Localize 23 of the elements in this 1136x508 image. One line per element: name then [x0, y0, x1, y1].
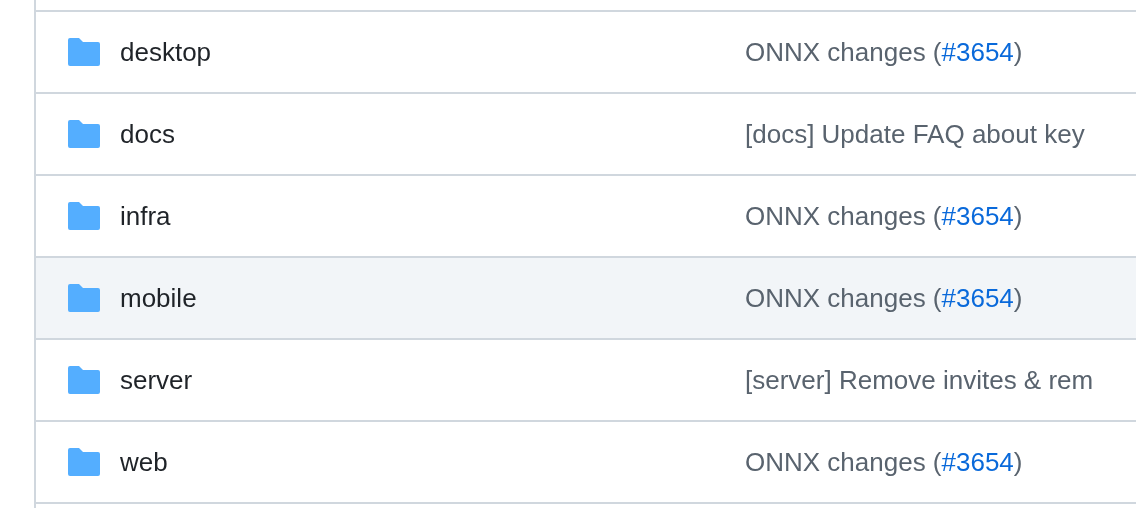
folder-icon	[68, 38, 100, 66]
commit-message: ONNX changes (#3654)	[745, 446, 1023, 478]
folder-icon	[68, 366, 100, 394]
file-name[interactable]: docs	[120, 118, 175, 150]
commit-message: ONNX changes (#3654)	[745, 282, 1023, 314]
file-name[interactable]: web	[120, 446, 168, 478]
file-name[interactable]: infra	[120, 200, 171, 232]
commit-link[interactable]: #3654	[941, 200, 1014, 231]
commit-message: [docs] Update FAQ about key	[745, 118, 1085, 150]
file-row[interactable]: mobile ONNX changes (#3654)	[36, 258, 1136, 340]
commit-message: ONNX changes (#3654)	[745, 36, 1023, 68]
file-name[interactable]: desktop	[120, 36, 212, 68]
folder-icon	[68, 202, 100, 230]
commit-link[interactable]: #3654	[941, 36, 1014, 67]
commit-link[interactable]: #3654	[941, 446, 1014, 477]
commit-message: [server] Remove invites & rem	[745, 364, 1094, 396]
folder-icon	[68, 120, 100, 148]
file-name[interactable]: server	[120, 364, 193, 396]
file-name[interactable]: mobile	[120, 282, 197, 314]
folder-icon	[68, 284, 100, 312]
commit-message: ONNX changes (#3654)	[745, 200, 1023, 232]
commit-link[interactable]: #3654	[941, 282, 1014, 313]
folder-icon	[68, 448, 100, 476]
